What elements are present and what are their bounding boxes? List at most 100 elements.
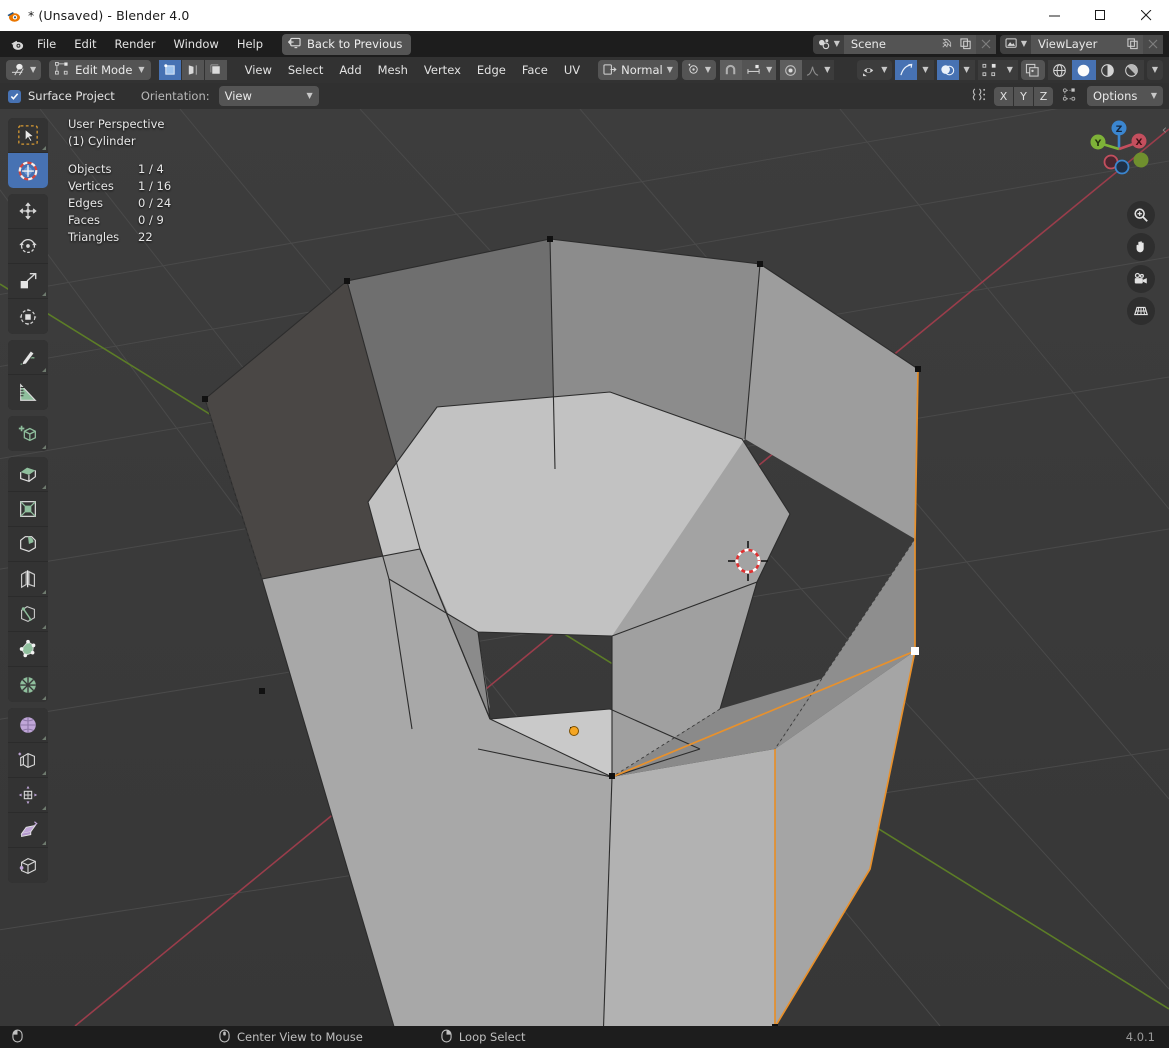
3d-viewport[interactable]: User Perspective (1) Cylinder Objects 1 /… xyxy=(0,109,1169,1026)
back-to-previous-button[interactable]: Back to Previous xyxy=(282,33,412,55)
toggle-xray-button[interactable] xyxy=(1020,60,1045,80)
stat-vertices-key: Vertices xyxy=(68,179,114,193)
face-select-mode[interactable] xyxy=(204,60,227,80)
selected-vertex xyxy=(911,647,919,655)
mode-selector[interactable]: Edit Mode ▼ xyxy=(49,60,151,80)
editor-type-icon[interactable]: ▼ xyxy=(6,60,42,80)
blender-logo-icon xyxy=(0,0,28,31)
topbar-right-group: ▼ Scene ▼ ViewLayer xyxy=(812,34,1169,54)
viewport-tool-header: ▼ Edit Mode ▼ View Select Add Mesh Verte… xyxy=(0,57,1169,83)
snap-to-selector[interactable]: ▼ xyxy=(742,60,777,80)
move-tool[interactable] xyxy=(8,194,48,229)
gizmo-options[interactable]: ▼ xyxy=(917,60,934,80)
object-visibility-selector[interactable]: ▼ xyxy=(857,60,893,80)
menu-edge[interactable]: Edge xyxy=(469,60,514,80)
maximize-button[interactable] xyxy=(1077,0,1123,31)
minimize-button[interactable] xyxy=(1031,0,1077,31)
menu-add[interactable]: Add xyxy=(331,60,369,80)
close-icon[interactable] xyxy=(1143,34,1163,54)
menu-mesh[interactable]: Mesh xyxy=(370,60,416,80)
new-viewlayer-icon[interactable] xyxy=(1123,34,1143,54)
bevel-tool[interactable] xyxy=(8,527,48,562)
menu-file[interactable]: File xyxy=(28,34,65,54)
correct-face-attributes-icon[interactable] xyxy=(1062,87,1078,106)
snap-vertex-icon[interactable] xyxy=(971,87,987,106)
menu-uv[interactable]: UV xyxy=(556,60,588,80)
annotate-tool[interactable] xyxy=(8,340,48,375)
rip-region-tool[interactable] xyxy=(8,848,48,883)
viewlayer-name[interactable]: ViewLayer xyxy=(1031,34,1123,54)
menu-view[interactable]: View xyxy=(237,60,280,80)
toggle-ortho-icon[interactable] xyxy=(1127,297,1155,325)
shear-tool[interactable] xyxy=(8,813,48,848)
select-box-tool[interactable] xyxy=(8,153,48,188)
edge-slide-tool[interactable] xyxy=(8,743,48,778)
blender-logo-icon[interactable] xyxy=(6,34,28,54)
xray-toggle[interactable] xyxy=(977,60,1002,80)
xray-options[interactable]: ▼ xyxy=(1001,60,1018,80)
surface-project-checkbox[interactable] xyxy=(8,89,21,103)
menu-help[interactable]: Help xyxy=(228,34,272,54)
proportional-falloff-selector[interactable]: ▼ xyxy=(802,60,835,80)
chevron-down-icon: ▼ xyxy=(306,91,313,100)
svg-text:Y: Y xyxy=(1094,139,1102,149)
shading-solid-button[interactable] xyxy=(1071,60,1096,80)
axis-z-button[interactable]: Z xyxy=(1034,86,1053,106)
viewlayer-icon[interactable]: ▼ xyxy=(999,34,1031,54)
transform-tool[interactable] xyxy=(8,299,48,334)
close-button[interactable] xyxy=(1123,0,1169,31)
camera-view-icon[interactable] xyxy=(1127,265,1155,293)
scene-selector[interactable]: ▼ Scene xyxy=(812,34,996,54)
scene-icon[interactable]: ▼ xyxy=(812,34,844,54)
transform-orientation-selector[interactable]: Normal ▼ xyxy=(598,60,678,80)
orientation-dropdown[interactable]: View ▼ xyxy=(218,86,319,106)
menu-face[interactable]: Face xyxy=(514,60,556,80)
zoom-icon[interactable] xyxy=(1127,201,1155,229)
extrude-region-tool[interactable] xyxy=(8,457,48,492)
scene-name[interactable]: Scene xyxy=(843,34,936,54)
loop-cut-tool[interactable] xyxy=(8,562,48,597)
measure-tool[interactable] xyxy=(8,375,48,410)
overlays-options[interactable]: ▼ xyxy=(958,60,975,80)
shading-rendered-button[interactable] xyxy=(1119,60,1144,80)
vertex-select-mode[interactable] xyxy=(158,60,181,80)
navigation-gizmo[interactable]: Z X Y xyxy=(1087,117,1151,181)
new-scene-icon[interactable] xyxy=(955,34,976,54)
edge-select-mode[interactable] xyxy=(181,60,204,80)
menu-render[interactable]: Render xyxy=(106,34,165,54)
tool-settings-bar: Surface Project Orientation: View ▼ X Y … xyxy=(0,83,1169,109)
spin-tool[interactable] xyxy=(8,667,48,702)
inset-faces-tool[interactable] xyxy=(8,492,48,527)
knife-tool[interactable] xyxy=(8,597,48,632)
options-dropdown[interactable]: Options ▼ xyxy=(1087,86,1163,106)
tool-settings-right: X Y Z Options ▼ xyxy=(971,86,1169,106)
smooth-tool[interactable] xyxy=(8,708,48,743)
pan-hand-icon[interactable] xyxy=(1127,233,1155,261)
axis-y-button[interactable]: Y xyxy=(1014,86,1033,106)
shading-options[interactable]: ▼ xyxy=(1146,60,1163,80)
poly-build-tool[interactable] xyxy=(8,632,48,667)
axis-x-button[interactable]: X xyxy=(994,86,1013,106)
menu-vertex[interactable]: Vertex xyxy=(416,60,469,80)
tweak-tool[interactable] xyxy=(8,118,48,153)
proportional-edit-toggle[interactable] xyxy=(780,60,803,80)
shading-material-button[interactable] xyxy=(1095,60,1120,80)
shading-wireframe-button[interactable] xyxy=(1047,60,1072,80)
scale-tool[interactable] xyxy=(8,264,48,299)
close-icon[interactable] xyxy=(975,34,996,54)
overlays-toggle[interactable] xyxy=(936,60,959,80)
add-cube-tool[interactable] xyxy=(8,416,48,451)
menu-select[interactable]: Select xyxy=(280,60,331,80)
sidebar-toggle-icon[interactable]: ‹ xyxy=(1162,123,1167,138)
pin-icon[interactable] xyxy=(935,34,956,54)
pivot-point-selector[interactable]: ▼ xyxy=(681,60,717,80)
gizmo-toggle[interactable] xyxy=(895,60,918,80)
select-mode-group xyxy=(158,60,227,80)
menu-window[interactable]: Window xyxy=(164,34,227,54)
shrink-fatten-tool[interactable] xyxy=(8,778,48,813)
viewlayer-selector[interactable]: ▼ ViewLayer xyxy=(999,34,1163,54)
snap-magnet-toggle[interactable] xyxy=(720,60,743,80)
menu-edit[interactable]: Edit xyxy=(65,34,105,54)
back-to-previous-label: Back to Previous xyxy=(307,37,403,51)
rotate-tool[interactable] xyxy=(8,229,48,264)
